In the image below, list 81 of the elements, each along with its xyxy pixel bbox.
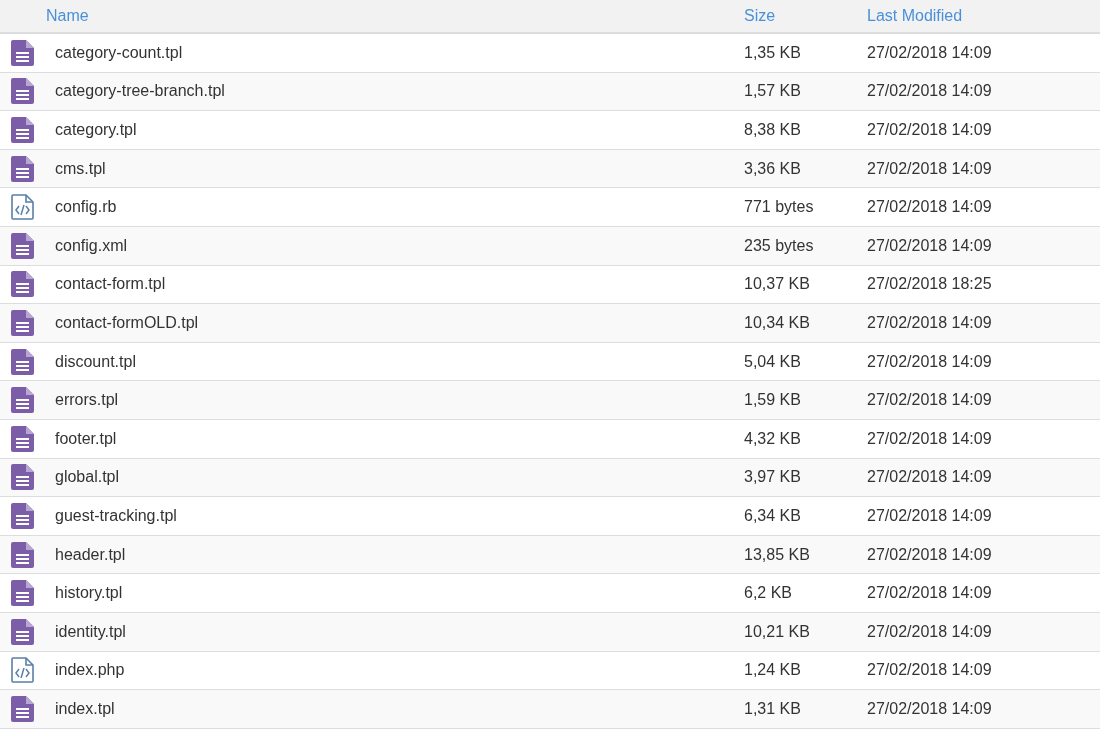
file-size: 3,36 KB: [744, 159, 802, 178]
file-size: 4,32 KB: [744, 429, 802, 448]
file-size: 13,85 KB: [744, 545, 811, 564]
file-size: 10,34 KB: [744, 313, 811, 332]
file-row[interactable]: identity.tpl 10,21 KB 27/02/2018 14:09: [0, 612, 1100, 652]
modified-date: 27/02/2018 14:09: [867, 352, 993, 371]
file-name[interactable]: guest-tracking.tpl: [55, 506, 177, 525]
file-size: 5,04 KB: [744, 352, 802, 371]
document-icon: [11, 271, 34, 298]
modified-date: 27/02/2018 14:09: [867, 699, 993, 718]
file-row[interactable]: config.xml 235 bytes 27/02/2018 14:09: [0, 226, 1100, 266]
document-icon: [11, 425, 34, 452]
modified-date: 27/02/2018 14:09: [867, 236, 993, 255]
file-size: 10,37 KB: [744, 275, 811, 294]
modified-date: 27/02/2018 14:09: [867, 82, 993, 101]
file-name[interactable]: global.tpl: [55, 468, 120, 487]
code-file-icon: [11, 657, 34, 684]
document-icon: [11, 541, 34, 568]
file-size: 10,21 KB: [744, 622, 811, 641]
modified-date: 27/02/2018 14:09: [867, 429, 993, 448]
document-icon: [11, 464, 34, 491]
modified-date: 27/02/2018 14:09: [867, 506, 993, 525]
document-icon: [11, 309, 34, 336]
modified-date: 27/02/2018 14:09: [867, 661, 993, 680]
file-size: 3,97 KB: [744, 468, 802, 487]
file-size: 1,35 KB: [744, 43, 802, 62]
file-name[interactable]: category.tpl: [55, 121, 137, 139]
document-icon: [11, 155, 34, 182]
document-icon: [11, 39, 34, 66]
file-row[interactable]: category-tree-branch.tpl 1,57 KB 27/02/2018 14:09: [0, 72, 1100, 112]
document-icon: [11, 348, 34, 375]
modified-date: 27/02/2018 18:25: [867, 275, 993, 294]
file-name[interactable]: identity.tpl: [55, 622, 126, 641]
document-icon: [11, 387, 34, 414]
modified-date: 27/02/2018 14:09: [867, 584, 993, 603]
file-row[interactable]: global.tpl 3,97 KB 27/02/2018 14:09: [0, 458, 1100, 498]
modified-date: 27/02/2018 14:09: [867, 545, 993, 564]
file-name[interactable]: index.php: [55, 661, 125, 680]
modified-date: 27/02/2018 14:09: [867, 198, 993, 217]
document-icon: [11, 618, 34, 645]
code-file-icon: [11, 194, 34, 221]
document-icon: [11, 580, 34, 607]
file-name[interactable]: index.tpl: [55, 699, 115, 718]
file-name[interactable]: contact-formOLD.tpl: [55, 313, 199, 332]
file-size: 1,57 KB: [744, 82, 802, 101]
file-size: 1,31 KB: [744, 699, 802, 718]
file-row[interactable]: contact-formOLD.tpl 10,34 KB 27/02/2018 14:09: [0, 304, 1100, 343]
file-row[interactable]: index.tpl 1,31 KB 27/02/2018 14:09: [0, 690, 1100, 729]
modified-date: 27/02/2018 14:09: [867, 43, 993, 62]
file-row[interactable]: errors.tpl 1,59 KB 27/02/2018 14:09: [0, 381, 1100, 420]
file-name[interactable]: discount.tpl: [55, 352, 136, 371]
modified-date: 27/02/2018 14:09: [867, 391, 993, 410]
modified-date: 27/02/2018 14:09: [867, 159, 993, 178]
modified-date: 27/02/2018 14:09: [867, 313, 993, 332]
document-icon: [11, 695, 34, 722]
modified-date: 27/02/2018 14:09: [867, 121, 993, 139]
file-size: 1,24 KB: [744, 661, 802, 680]
file-name[interactable]: config.rb: [55, 198, 117, 217]
file-size: 235 bytes: [744, 236, 815, 255]
file-name[interactable]: category-count.tpl: [55, 43, 183, 62]
file-name[interactable]: config.xml: [55, 236, 128, 255]
file-size: 771 bytes: [744, 198, 815, 217]
file-name[interactable]: errors.tpl: [55, 391, 119, 410]
file-size: 6,2 KB: [744, 584, 794, 603]
file-name[interactable]: contact-form.tpl: [55, 275, 166, 294]
document-icon: [11, 502, 34, 529]
file-size: 6,34 KB: [744, 506, 802, 525]
modified-date: 27/02/2018 14:09: [867, 468, 993, 487]
document-icon: [11, 117, 34, 143]
file-name[interactable]: footer.tpl: [55, 429, 117, 448]
file-name[interactable]: category-tree-branch.tpl: [55, 82, 225, 101]
document-icon: [11, 232, 34, 259]
file-size: 1,59 KB: [744, 391, 802, 410]
file-row[interactable]: cms.tpl 3,36 KB 27/02/2018 14:09: [0, 149, 1100, 189]
modified-date: 27/02/2018 14:09: [867, 622, 993, 641]
file-row[interactable]: header.tpl 13,85 KB 27/02/2018 14:09: [0, 535, 1100, 575]
file-size: 8,38 KB: [744, 121, 802, 139]
document-icon: [11, 78, 34, 105]
file-name[interactable]: history.tpl: [55, 584, 123, 603]
file-name[interactable]: cms.tpl: [55, 159, 106, 178]
file-name[interactable]: header.tpl: [55, 545, 126, 564]
